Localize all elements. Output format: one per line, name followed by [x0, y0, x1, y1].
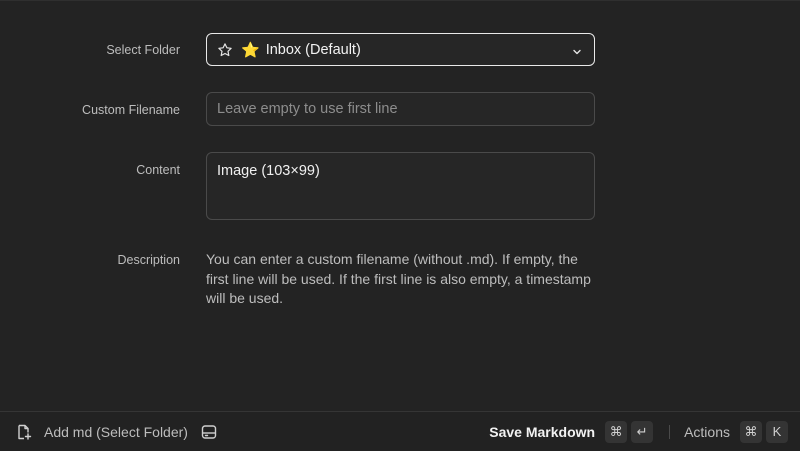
star-outline-icon	[217, 42, 233, 58]
command-key-icon: ⌘	[605, 420, 628, 443]
description-label: Description	[117, 253, 180, 267]
footer-divider	[669, 424, 671, 439]
content-textarea[interactable]: Image (103×99)	[206, 152, 595, 220]
custom-filename-label: Custom Filename	[82, 103, 180, 117]
save-markdown-button[interactable]: Save Markdown	[489, 424, 595, 440]
hard-drive-icon[interactable]	[200, 423, 218, 441]
folder-selected-value: Inbox (Default)	[265, 41, 361, 58]
select-folder-label: Select Folder	[106, 43, 180, 57]
top-divider	[0, 0, 800, 1]
custom-filename-input[interactable]	[217, 101, 594, 117]
k-key-icon: K	[766, 420, 788, 443]
command-key-icon: ⌘	[740, 420, 762, 443]
description-text: You can enter a custom filename (without…	[206, 251, 591, 306]
custom-filename-field[interactable]	[206, 92, 595, 126]
new-document-icon	[15, 423, 33, 441]
actions-button[interactable]: Actions	[684, 424, 730, 440]
command-title: Add md (Select Folder)	[44, 423, 188, 440]
folder-dropdown[interactable]: ⭐ Inbox (Default)	[206, 33, 595, 66]
return-key-icon: ↵	[631, 420, 654, 443]
action-bar: Add md (Select Folder) Save Markdown ⌘ ↵…	[0, 411, 800, 451]
star-emoji-icon: ⭐	[241, 41, 260, 59]
chevron-down-icon	[572, 45, 582, 55]
content-label: Content	[136, 163, 180, 177]
